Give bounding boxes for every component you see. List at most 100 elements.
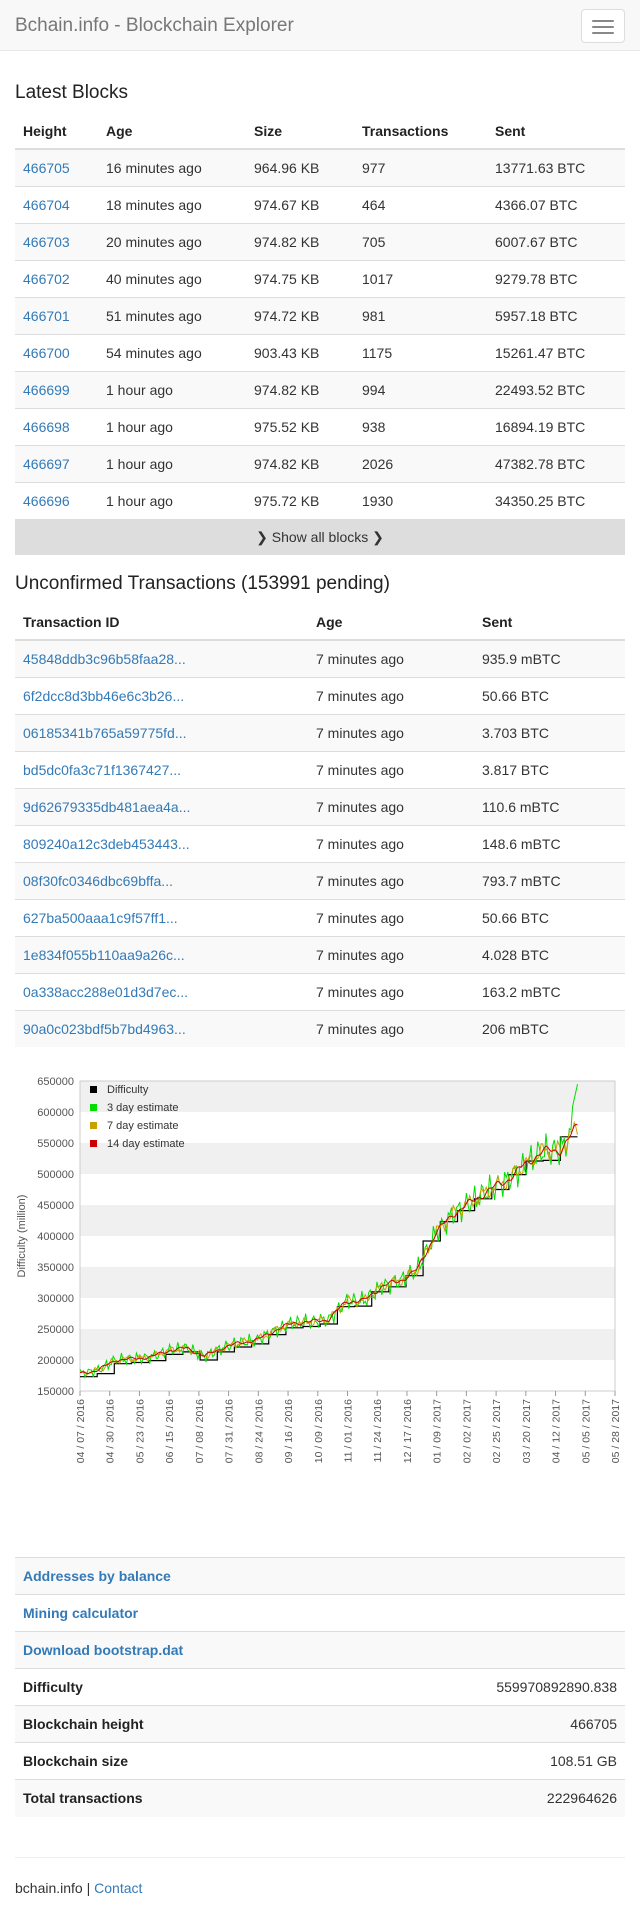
table-cell: 466696 [15, 481, 98, 519]
difficulty-chart: 150000 200000 250000 300000 350000 400000 4500… [15, 1071, 625, 1541]
transaction-row: 1e834f055b110aa9a26c... 7 minutes ago 4.02… [15, 935, 625, 973]
table-cell: 20 minutes ago [98, 222, 246, 260]
table-cell: 206 mBTC [474, 1009, 625, 1047]
x-tick-label: 01 / 09 / 2017 [432, 1399, 444, 1463]
menu-toggle-button[interactable] [581, 9, 625, 43]
navbar: Bchain.info - Blockchain Explorer [0, 0, 640, 51]
contact-link[interactable]: Contact [94, 1880, 142, 1896]
table-cell: 466698 [15, 407, 98, 445]
table-cell: 18 minutes ago [98, 185, 246, 223]
table-cell: 4.028 BTC [474, 935, 625, 973]
block-height-link[interactable]: 466697 [23, 456, 70, 472]
transaction-id-link[interactable]: 08f30fc0346dbc69bffa... [23, 873, 173, 889]
latest-blocks-heading: Latest Blocks [15, 82, 128, 103]
hamburger-icon [592, 20, 614, 22]
transaction-row: 6f2dcc8d3bb46e6c3b26... 7 minutes ago 50.6… [15, 676, 625, 714]
table-cell: 466705 [15, 148, 98, 186]
table-cell: 974.67 KB [246, 185, 354, 223]
y-tick-label: 650000 [37, 1076, 74, 1088]
block-height-link[interactable]: 466696 [23, 493, 70, 509]
table-cell: 466702 [15, 259, 98, 297]
legend-label: 3 day estimate [107, 1102, 179, 1114]
x-tick-label: 02 / 25 / 2017 [491, 1399, 503, 1463]
table-cell: 466704 [15, 185, 98, 223]
table-cell: 7 minutes ago [308, 787, 474, 825]
footer-separator: | [86, 1879, 91, 1896]
transaction-id-link[interactable]: 06185341b765a59775fd... [23, 725, 187, 741]
block-height-link[interactable]: 466698 [23, 419, 70, 435]
table-cell: 809240a12c3deb453443... [15, 824, 308, 862]
stats-label: Difficulty [15, 1668, 320, 1706]
table-cell: 1017 [354, 259, 487, 297]
block-height-link[interactable]: 466699 [23, 382, 70, 398]
table-cell: 7 minutes ago [308, 750, 474, 788]
table-cell: Download bootstrap.dat [15, 1631, 625, 1669]
block-row: 466702 40 minutes ago 974.75 KB 1017 9279.78… [15, 259, 625, 297]
y-tick-label: 450000 [37, 1200, 74, 1212]
transaction-id-link[interactable]: 45848ddb3c96b58faa28... [23, 651, 186, 667]
column-header: Height [15, 113, 98, 150]
table-cell: 06185341b765a59775fd... [15, 713, 308, 751]
transaction-id-link[interactable]: 6f2dcc8d3bb46e6c3b26... [23, 688, 184, 704]
stats-link[interactable]: Download bootstrap.dat [23, 1642, 183, 1658]
transaction-id-link[interactable]: 627ba500aaa1c9f57ff1... [23, 910, 178, 926]
table-cell: 5957.18 BTC [487, 296, 625, 334]
transaction-id-link[interactable]: 809240a12c3deb453443... [23, 836, 190, 852]
block-height-link[interactable]: 466704 [23, 197, 70, 213]
transaction-id-link[interactable]: 90a0c023bdf5b7bd4963... [23, 1021, 186, 1037]
hamburger-icon [592, 26, 614, 28]
table-cell: Mining calculator [15, 1594, 625, 1632]
table-cell: 7 minutes ago [308, 935, 474, 973]
legend-label: Difficulty [107, 1084, 149, 1096]
grid-band [80, 1267, 615, 1298]
transaction-row: 90a0c023bdf5b7bd4963... 7 minutes ago 206 … [15, 1009, 625, 1047]
table-cell: 0a338acc288e01d3d7ec... [15, 972, 308, 1010]
y-tick-label: 200000 [37, 1355, 74, 1367]
table-cell: 6f2dcc8d3bb46e6c3b26... [15, 676, 308, 714]
x-tick-label: 05 / 05 / 2017 [580, 1399, 592, 1463]
brand-title[interactable]: Bchain.info - Blockchain Explorer [15, 15, 294, 37]
x-tick-label: 05 / 23 / 2016 [134, 1399, 146, 1463]
x-tick-label: 08 / 24 / 2016 [253, 1399, 265, 1463]
stats-link[interactable]: Mining calculator [23, 1605, 138, 1621]
table-cell: 7 minutes ago [308, 676, 474, 714]
table-cell: 1e834f055b110aa9a26c... [15, 935, 308, 973]
unconfirmed-heading: Unconfirmed Transactions (153991 pending… [15, 573, 390, 594]
transaction-id-link[interactable]: 9d62679335db481aea4a... [23, 799, 190, 815]
x-tick-label: 05 / 28 / 2017 [610, 1399, 622, 1463]
table-cell: 13771.63 BTC [487, 148, 625, 186]
table-cell: 2026 [354, 444, 487, 482]
block-height-link[interactable]: 466703 [23, 234, 70, 250]
stats-row: Difficulty 559970892890.838 [15, 1668, 625, 1706]
transaction-id-link[interactable]: 1e834f055b110aa9a26c... [23, 947, 185, 963]
block-height-link[interactable]: 466701 [23, 308, 70, 324]
legend-swatch [90, 1122, 97, 1129]
x-tick-label: 03 / 20 / 2017 [521, 1399, 533, 1463]
block-height-link[interactable]: 466700 [23, 345, 70, 361]
transaction-id-link[interactable]: 0a338acc288e01d3d7ec... [23, 984, 188, 1000]
table-cell: 45848ddb3c96b58faa28... [15, 639, 308, 677]
table-cell: 47382.78 BTC [487, 444, 625, 482]
x-tick-label: 11 / 01 / 2016 [343, 1399, 355, 1463]
table-cell: 466700 [15, 333, 98, 371]
stats-link[interactable]: Addresses by balance [23, 1568, 171, 1584]
legend-label: 7 day estimate [107, 1120, 179, 1132]
column-header: Age [308, 604, 474, 641]
table-cell: 974.82 KB [246, 222, 354, 260]
footer: bchain.info | Contact [15, 1856, 625, 1927]
table-cell: 50.66 BTC [474, 676, 625, 714]
column-header: Transactions [354, 113, 487, 150]
y-tick-label: 150000 [37, 1386, 74, 1398]
show-all-blocks-button[interactable]: ❯ Show all blocks ❯ [15, 519, 625, 555]
table-cell: 9d62679335db481aea4a... [15, 787, 308, 825]
y-tick-label: 600000 [37, 1107, 74, 1119]
legend-swatch [90, 1104, 97, 1111]
table-cell: 7 minutes ago [308, 824, 474, 862]
transaction-id-link[interactable]: bd5dc0fa3c71f1367427... [23, 762, 181, 778]
y-tick-label: 250000 [37, 1324, 74, 1336]
column-header: Transaction ID [15, 604, 308, 641]
transaction-row: 45848ddb3c96b58faa28... 7 minutes ago 935.… [15, 639, 625, 677]
block-height-link[interactable]: 466702 [23, 271, 70, 287]
table-cell: 7 minutes ago [308, 713, 474, 751]
block-height-link[interactable]: 466705 [23, 160, 70, 176]
